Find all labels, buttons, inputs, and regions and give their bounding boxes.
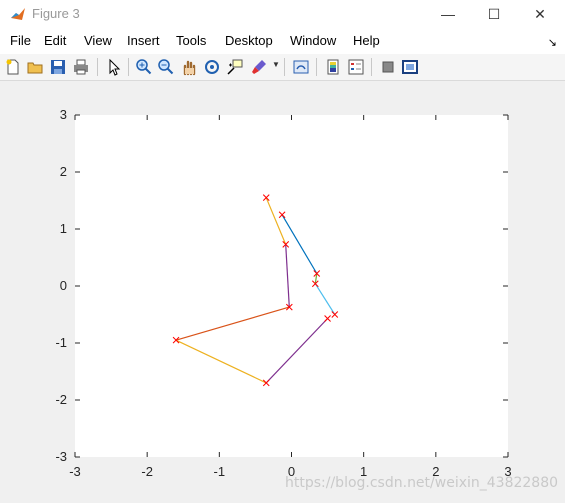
minimize-button[interactable]: —: [425, 0, 471, 28]
rotate-3d-icon[interactable]: [203, 58, 221, 76]
menu-view[interactable]: View: [84, 33, 112, 48]
toolbar: ▼: [0, 54, 565, 81]
dock-arrow-icon[interactable]: ↘: [548, 36, 557, 49]
zoom-in-icon[interactable]: [135, 58, 153, 76]
menu-edit[interactable]: Edit: [44, 33, 66, 48]
matlab-logo-icon: [11, 8, 25, 20]
link-plot-icon[interactable]: [292, 58, 310, 76]
brush-icon[interactable]: [250, 58, 268, 76]
maximize-icon: ☐: [487, 5, 501, 22]
menu-tools[interactable]: Tools: [176, 33, 206, 48]
menu-desktop[interactable]: Desktop: [225, 33, 273, 48]
window-title: Figure 3: [32, 6, 80, 21]
menu-help[interactable]: Help: [353, 33, 380, 48]
title-bar: Figure 3 — ☐ ✕: [0, 0, 565, 28]
close-icon: ✕: [534, 5, 546, 22]
data-cursor-icon[interactable]: [226, 58, 244, 76]
y-tick-label: -2: [55, 392, 67, 407]
zoom-out-icon[interactable]: [157, 58, 175, 76]
x-tick-label: -2: [141, 464, 153, 479]
menu-file[interactable]: File: [10, 33, 31, 48]
new-figure-icon[interactable]: [4, 58, 22, 76]
open-file-icon[interactable]: [26, 58, 44, 76]
x-tick-label: -1: [214, 464, 226, 479]
toolbar-separator: [371, 58, 372, 76]
print-icon[interactable]: [72, 58, 90, 76]
toolbar-separator: [284, 58, 285, 76]
menu-insert[interactable]: Insert: [127, 33, 160, 48]
x-tick-label: -3: [69, 464, 81, 479]
toolbar-separator: [316, 58, 317, 76]
save-icon[interactable]: [49, 58, 67, 76]
insert-legend-icon[interactable]: [347, 58, 365, 76]
watermark-text: https://blog.csdn.net/weixin_43822880: [285, 475, 559, 491]
y-tick-label: 0: [60, 278, 67, 293]
show-plot-tools-icon[interactable]: [401, 58, 419, 76]
menu-bar: File Edit View Insert Tools Desktop Wind…: [0, 28, 565, 54]
minimize-icon: —: [441, 6, 455, 22]
pointer-icon[interactable]: [105, 58, 123, 76]
y-tick-label: 2: [60, 164, 67, 179]
y-tick-label: 3: [60, 107, 67, 122]
plot-svg: -3 -2 -1 0 1 2 3-3-2-10123: [55, 107, 511, 479]
close-button[interactable]: ✕: [517, 0, 563, 28]
axes-background: [75, 115, 508, 457]
toolbar-separator: [128, 58, 129, 76]
figure-canvas: -3 -2 -1 0 1 2 3 -3 -2 -1 0 1 2 3: [0, 81, 565, 503]
pan-hand-icon[interactable]: [180, 58, 198, 76]
menu-window[interactable]: Window: [290, 33, 336, 48]
y-tick-label: 1: [60, 221, 67, 236]
toolbar-separator: [97, 58, 98, 76]
y-tick-label: -1: [55, 335, 67, 350]
chevron-down-icon[interactable]: ▼: [272, 60, 280, 69]
maximize-button[interactable]: ☐: [471, 0, 517, 28]
insert-colorbar-icon[interactable]: [324, 58, 342, 76]
y-tick-label: -3: [55, 449, 67, 464]
hide-plot-tools-icon[interactable]: [379, 58, 397, 76]
